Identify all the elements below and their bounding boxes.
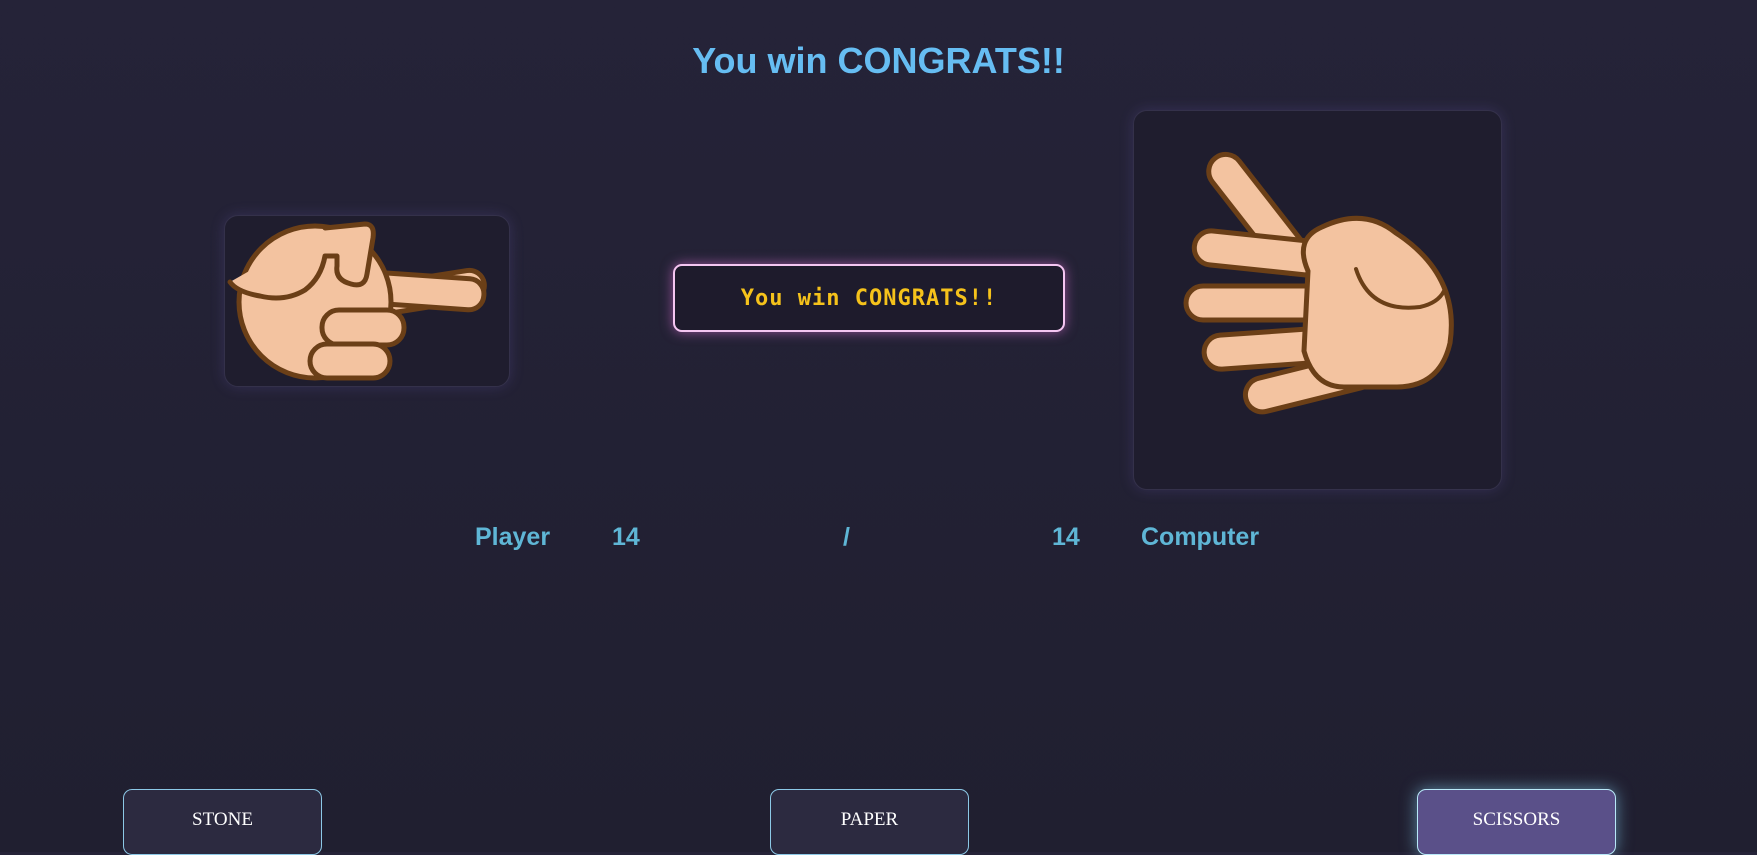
result-message: You win CONGRATS!! [673,264,1065,332]
paper-hand-icon [1183,151,1454,415]
scissors-button[interactable]: SCISSORS [1417,789,1616,855]
player-label: Player [475,523,551,551]
page-title: You win CONGRATS!! [692,40,1065,81]
paper-button[interactable]: PAPER [770,789,969,855]
computer-label: Computer [1141,523,1260,551]
scissors-hand-icon [227,221,487,381]
computer-choice-card [1133,110,1502,490]
computer-score: 14 [1052,523,1080,551]
score-separator: / [843,523,850,551]
stone-button[interactable]: STONE [123,789,322,855]
player-score: 14 [612,523,640,551]
player-choice-card [224,215,510,387]
